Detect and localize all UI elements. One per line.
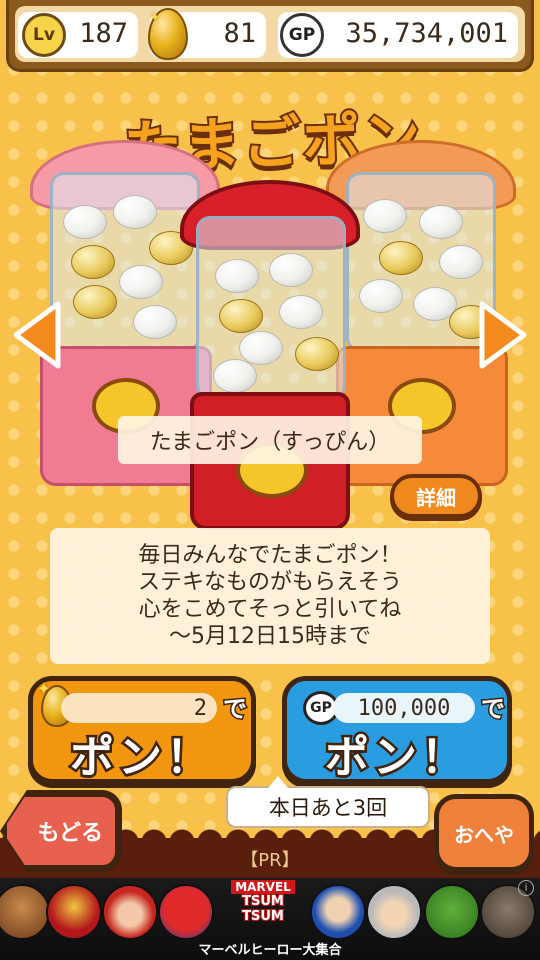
logo-text: TSUM TSUM [241,893,285,925]
pon-label: ポン！ [68,730,214,786]
gp-badge-icon: GP [280,13,324,57]
character-icon [158,884,214,940]
machine-name-label: たまごポン（すっぴん） [118,416,422,464]
character-icon [46,884,102,940]
character-icon [366,884,422,940]
level-value: 187 [79,18,128,49]
event-message: 毎日みんなでたまごポン！ ステキなものがもらえそう 心をこめてそっと引いてね 〜… [50,528,490,664]
arrow-left-icon[interactable] [10,300,64,370]
level-display: Lv 187 [18,12,138,58]
ad-info-icon[interactable]: i [518,880,534,896]
pon-with-gp-button[interactable]: GP 100,000 で ポン！ [282,676,512,786]
machine-center-glass [196,216,346,400]
character-icon [102,884,158,940]
machine-right-glass [346,172,496,352]
details-button[interactable]: 詳細 [390,474,482,518]
egg-count-display: ✦ 81 [148,6,266,60]
arrow-right-icon[interactable] [476,300,530,370]
character-icon [424,884,480,940]
ad-logo: MARVEL TSUM TSUM [231,880,295,940]
message-line: 心をこめてそっと引いてね [138,597,402,622]
character-icon [310,884,366,940]
pon-with-eggs-button[interactable]: ✦ 2 で ポン！ [28,676,256,786]
cost-suffix: で [222,694,249,725]
sparkle-icon: ✦ [150,6,160,25]
message-line: ステキなものがもらえそう [137,570,402,595]
sparkle-icon: ✦ [37,679,51,698]
brand-label: MARVEL [231,880,295,894]
egg-cost: 2 [61,693,217,723]
remaining-pulls-label: 本日あと3回 [226,776,430,828]
message-line: 〜5月12日15時まで [169,624,371,649]
machine-left-glass [50,172,200,352]
ad-caption: マーベルヒーロー大集合 [198,943,342,958]
ad-banner[interactable]: MARVEL TSUM TSUM マーベルヒーロー大集合 i [0,878,540,960]
pon-label: ポン！ [323,730,469,786]
my-room-button[interactable]: おへや [434,794,534,872]
cost-suffix: で [480,694,507,725]
level-badge-icon: Lv [22,13,66,57]
character-icon [0,884,50,940]
gp-value: 35,734,001 [345,18,508,49]
message-line: 毎日みんなでたまごポン！ [138,543,402,568]
gp-cost: 100,000 [333,693,475,723]
egg-count-value: 81 [223,18,256,49]
gp-display: GP 35,734,001 [278,12,518,58]
